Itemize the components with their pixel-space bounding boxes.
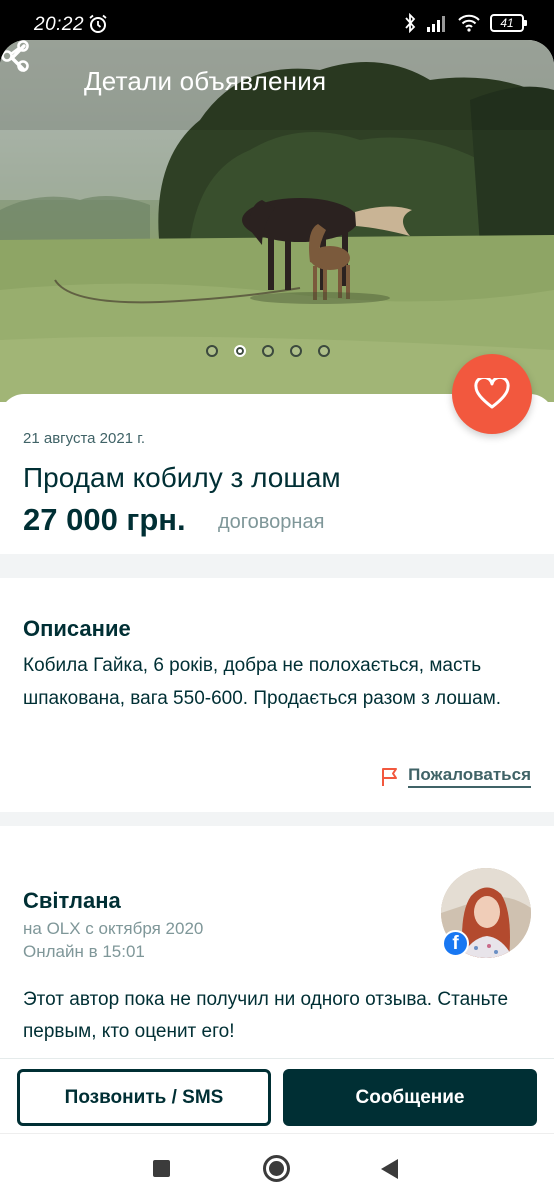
- listing-date: 21 августа 2021 г.: [23, 430, 146, 447]
- gallery-dot-active[interactable]: [234, 345, 246, 357]
- bluetooth-icon: [405, 13, 416, 33]
- seller-last-online: Онлайн в 15:01: [23, 942, 145, 961]
- description-text: Кобила Гайка, 6 років, добра не полохаєт…: [23, 655, 502, 709]
- recent-apps-icon[interactable]: [153, 1160, 170, 1177]
- section-divider: [0, 812, 554, 826]
- flag-icon: [382, 767, 398, 786]
- battery-icon: 41: [490, 14, 527, 32]
- report-link[interactable]: Пожаловаться: [380, 765, 531, 788]
- listing-title: Продам кобилу з лошам: [23, 462, 341, 493]
- description-heading: Описание: [23, 616, 131, 641]
- gallery-dot[interactable]: [262, 345, 274, 357]
- favorite-button[interactable]: [452, 354, 532, 434]
- section-divider: [0, 554, 554, 578]
- status-time: 20:22: [34, 14, 85, 35]
- listing-photo[interactable]: Детали объявления: [0, 40, 554, 402]
- heart-icon: [474, 378, 510, 409]
- page-title: Детали объявления: [84, 66, 327, 96]
- call-sms-button[interactable]: Позвонить / SMS: [17, 1069, 271, 1126]
- gallery-dot[interactable]: [206, 345, 218, 357]
- wifi-icon: [458, 14, 480, 32]
- signal-icon: [427, 16, 445, 32]
- seller-member-since: на OLX с октября 2020: [23, 919, 204, 938]
- gallery-pagination: [206, 345, 330, 357]
- system-back-icon[interactable]: [381, 1159, 398, 1179]
- home-icon[interactable]: [263, 1155, 290, 1182]
- alarm-icon: [89, 14, 107, 33]
- gallery-dot[interactable]: [290, 345, 302, 357]
- message-button[interactable]: Сообщение: [283, 1069, 537, 1126]
- price-note: договорная: [218, 511, 325, 533]
- system-navigation-bar: [0, 1133, 554, 1200]
- listing-price: 27 000 грн.: [23, 502, 186, 537]
- seller-name[interactable]: Світлана: [23, 888, 121, 914]
- report-label: Пожаловаться: [408, 765, 531, 788]
- seller-review-text: Этот автор пока не получил ни одного отз…: [23, 989, 509, 1042]
- listing-screen: Детали объявления 21 августа 2021 г. Про…: [0, 40, 554, 1200]
- share-icon[interactable]: [0, 40, 30, 72]
- gallery-dot[interactable]: [318, 345, 330, 357]
- action-bar: Позвонить / SMS Сообщение: [0, 1058, 554, 1133]
- facebook-icon: f: [442, 930, 469, 957]
